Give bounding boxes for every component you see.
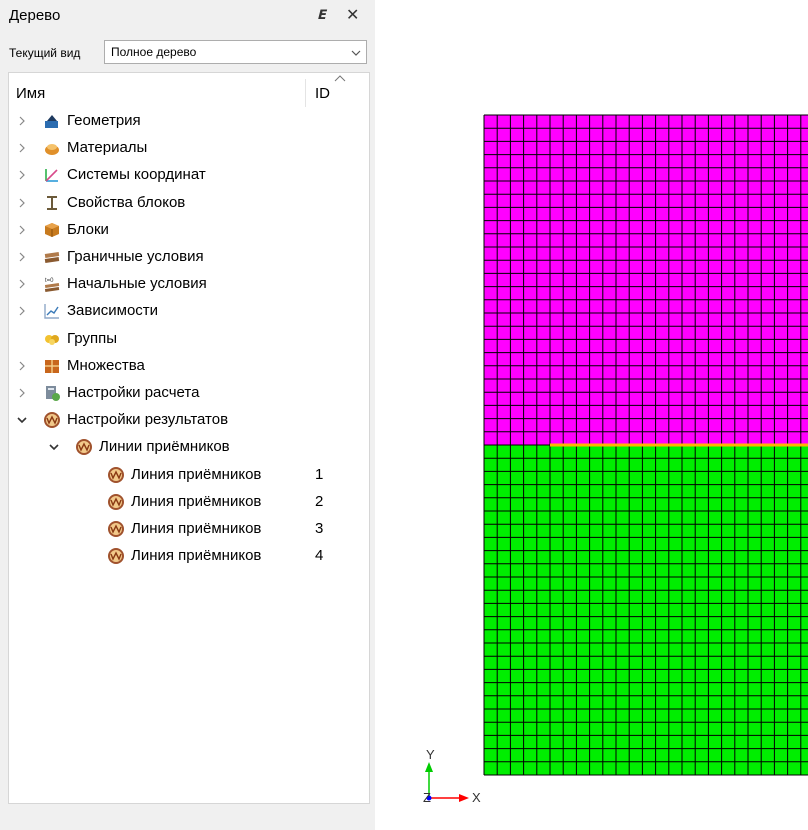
block-properties-icon: [47, 195, 57, 210]
close-icon[interactable]: ✕: [346, 5, 359, 25]
tree-item-label: Настройки расчета: [67, 384, 200, 401]
tree-item[interactable]: Геометрия: [9, 108, 369, 134]
receiver-icon: [76, 439, 92, 456]
receiver-icon: [108, 466, 124, 483]
tree-item[interactable]: t=0 Начальные условия: [9, 271, 369, 297]
tree-item-id: 3: [315, 520, 324, 537]
initial-conditions-icon: t=0: [44, 278, 60, 293]
blocks-icon: [45, 222, 59, 237]
z-axis-label: Z: [423, 790, 431, 805]
chevron-down-icon[interactable]: [49, 441, 59, 453]
current-view-value: Полное дерево: [111, 45, 197, 59]
chevron-right-icon[interactable]: [17, 360, 27, 372]
tree-item[interactable]: Группы: [9, 326, 369, 352]
svg-text:t=0: t=0: [45, 278, 54, 284]
chevron-right-icon[interactable]: [17, 197, 27, 209]
top-region: [484, 115, 808, 445]
column-header-name[interactable]: Имя: [16, 85, 45, 102]
tree-item-label: Настройки результатов: [67, 411, 229, 429]
tree-item-label: Линия приёмников: [131, 547, 262, 565]
tree-item-label: Системы координат: [67, 166, 206, 184]
materials-icon: [45, 144, 59, 156]
column-divider[interactable]: [305, 79, 306, 107]
panel-titlebar[interactable]: Дерево 𝗘 ✕: [0, 0, 375, 32]
y-axis-arrow: [425, 762, 433, 772]
chevron-right-icon[interactable]: [17, 169, 27, 181]
current-view-label: Текущий вид: [9, 46, 81, 60]
float-icon[interactable]: 𝗘: [317, 7, 326, 23]
tree-item[interactable]: Линии приёмников: [9, 434, 369, 460]
tree-item[interactable]: Линия приёмников 1: [9, 462, 369, 488]
3d-viewport[interactable]: Y Z X: [375, 0, 808, 830]
sets-icon: [45, 359, 59, 373]
receiver-icon: [108, 521, 124, 537]
receiver-icon: [44, 412, 60, 429]
tree-item-label: Линии приёмников: [99, 438, 230, 456]
y-axis-label: Y: [426, 747, 435, 762]
chevron-right-icon[interactable]: [17, 251, 27, 263]
tree-item-label: Геометрия: [67, 112, 141, 129]
receiver-icon: [108, 548, 124, 565]
current-view-select[interactable]: Полное дерево: [104, 40, 367, 64]
receiver-icon: [108, 493, 124, 510]
tree-item[interactable]: Настройки расчета: [9, 380, 369, 406]
tree-item[interactable]: Граничные условия: [9, 244, 369, 270]
axis-triad: Y Z X: [423, 747, 481, 805]
tree-item-label: Начальные условия: [67, 275, 207, 293]
calculation-settings-icon: [46, 386, 60, 401]
tree-item-label: Свойства блоков: [67, 193, 186, 211]
tree-item[interactable]: Множества: [9, 353, 369, 379]
tree-item-label: Линия приёмников: [131, 465, 262, 483]
tree-item[interactable]: Зависимости: [9, 298, 369, 324]
chevron-down-icon: [351, 50, 361, 56]
bottom-region: [484, 445, 808, 775]
chevron-right-icon[interactable]: [17, 387, 27, 399]
chevron-right-icon[interactable]: [17, 115, 27, 127]
chevron-right-icon[interactable]: [17, 278, 27, 290]
tree-item[interactable]: Линия приёмников 4: [9, 543, 369, 569]
coordinate-systems-icon: [45, 169, 58, 183]
chevron-right-icon[interactable]: [17, 142, 27, 154]
tree-item-label: Граничные условия: [67, 248, 204, 265]
groups-icon: [45, 334, 59, 345]
tree-item[interactable]: Блоки: [9, 217, 369, 243]
tree-item[interactable]: Линия приёмников 2: [9, 489, 369, 515]
tree-item[interactable]: Материалы: [9, 135, 369, 161]
tree-item-label: Блоки: [67, 220, 109, 238]
geometry-icon: [45, 115, 58, 128]
mesh-model[interactable]: [483, 114, 808, 776]
tree-view[interactable]: Имя ID Геометрия Материалы Системы координ…: [8, 72, 370, 804]
tree-item[interactable]: Системы координат: [9, 162, 369, 188]
dependencies-icon: [44, 304, 59, 320]
tree-item-label: Группы: [67, 329, 117, 347]
column-header-id[interactable]: ID: [315, 85, 330, 102]
tree-item-id: 2: [315, 492, 324, 510]
tree-item-label: Множества: [67, 356, 145, 374]
tree-item-label: Материалы: [67, 139, 148, 157]
tree-panel: Дерево 𝗘 ✕ Текущий вид Полное дерево Имя…: [0, 0, 375, 830]
tree-item-id: 1: [315, 465, 324, 483]
tree-item-label: Линия приёмников: [131, 492, 262, 510]
tree-item-id: 4: [315, 547, 324, 565]
tree-item[interactable]: Линия приёмников 3: [9, 516, 369, 542]
boundary-conditions-icon: [44, 252, 60, 263]
chevron-right-icon[interactable]: [17, 224, 27, 236]
sort-ascending-icon: [334, 75, 346, 82]
tree-item-label: Линия приёмников: [131, 520, 262, 537]
chevron-right-icon[interactable]: [17, 305, 27, 317]
tree-item[interactable]: Настройки результатов: [9, 407, 369, 433]
tree-item[interactable]: Свойства блоков: [9, 190, 369, 216]
panel-title: Дерево: [9, 7, 61, 24]
chevron-down-icon[interactable]: [17, 414, 27, 426]
tree-item-label: Зависимости: [67, 302, 159, 320]
x-axis-arrow: [459, 794, 469, 802]
x-axis-label: X: [472, 790, 481, 805]
